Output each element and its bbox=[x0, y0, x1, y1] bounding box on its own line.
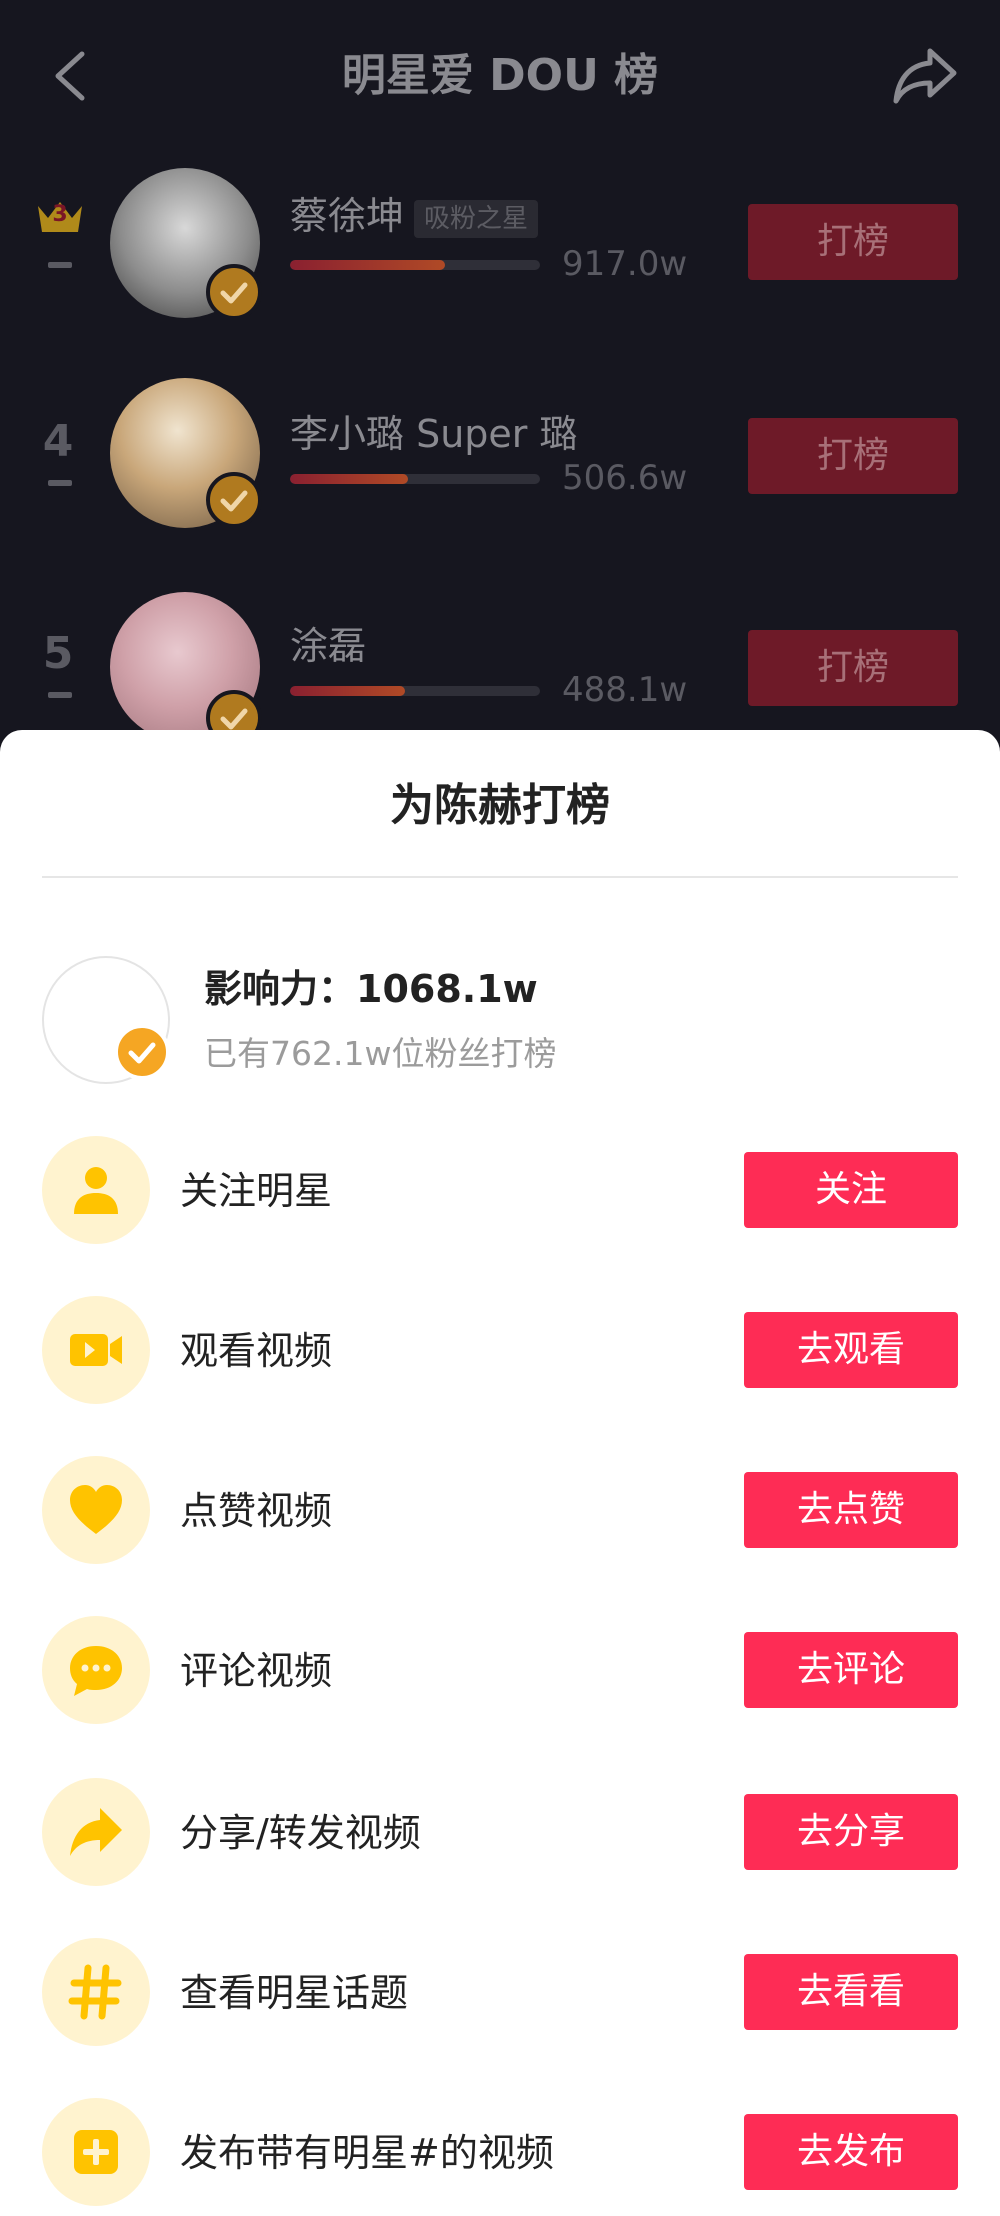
share-icon[interactable] bbox=[890, 45, 960, 105]
vote-button[interactable]: 打榜 bbox=[748, 418, 958, 494]
task-follow: 关注明星 关注 bbox=[0, 1136, 1000, 1246]
influence-value: 1068.1w bbox=[356, 967, 538, 1011]
influence-label: 影响力： bbox=[204, 967, 357, 1011]
heart-icon bbox=[42, 1456, 150, 1564]
like-button[interactable]: 去点赞 bbox=[744, 1472, 958, 1548]
progress-fill bbox=[290, 474, 408, 484]
share-button[interactable]: 去分享 bbox=[744, 1794, 958, 1870]
top-bar: 明星爱 DOU 榜 bbox=[0, 0, 1000, 150]
person-icon bbox=[42, 1136, 150, 1244]
verified-badge-icon bbox=[206, 264, 262, 320]
share-arrow-icon bbox=[42, 1778, 150, 1886]
sheet-title: 为陈赫打榜 bbox=[390, 780, 610, 831]
rank-number: 4 bbox=[42, 416, 74, 467]
task-like: 点赞视频 去点赞 bbox=[0, 1456, 1000, 1566]
score: 488.1w bbox=[562, 670, 688, 710]
star-name: 李小璐 Super 璐 bbox=[290, 412, 578, 456]
score: 506.6w bbox=[562, 458, 688, 498]
task-label: 关注明星 bbox=[180, 1169, 333, 1213]
divider bbox=[42, 876, 958, 878]
rank-change-indicator bbox=[48, 692, 72, 698]
vote-button[interactable]: 打榜 bbox=[748, 630, 958, 706]
rank-number: 3 bbox=[52, 202, 68, 227]
watch-button[interactable]: 去观看 bbox=[744, 1312, 958, 1388]
task-label: 点赞视频 bbox=[180, 1489, 333, 1533]
follow-button[interactable]: 关注 bbox=[744, 1152, 958, 1228]
task-label: 评论视频 bbox=[180, 1649, 333, 1693]
progress-fill bbox=[290, 260, 445, 270]
verified-badge-icon bbox=[206, 472, 262, 528]
task-topic: 查看明星话题 去看看 bbox=[0, 1938, 1000, 2048]
score: 917.0w bbox=[562, 244, 688, 284]
progress-bar bbox=[290, 260, 540, 270]
task-label: 查看明星话题 bbox=[180, 1971, 409, 2015]
hashtag-icon bbox=[42, 1938, 150, 2046]
verified-badge-icon bbox=[114, 1024, 170, 1080]
fans-count-text: 已有762.1w位粉丝打榜 bbox=[204, 1034, 557, 1073]
vote-sheet: 为陈赫打榜 影响力：1068.1w 已有762.1w位粉丝打榜 关注明星 关注 … bbox=[0, 730, 1000, 2216]
progress-fill bbox=[290, 686, 405, 696]
task-label: 发布带有明星#的视频 bbox=[180, 2131, 554, 2175]
page-title: 明星爱 DOU 榜 bbox=[341, 50, 659, 101]
vote-button[interactable]: 打榜 bbox=[748, 204, 958, 280]
fan-star-tag: 吸粉之星 bbox=[414, 199, 539, 238]
rank-change-indicator bbox=[48, 262, 72, 268]
task-share: 分享/转发视频 去分享 bbox=[0, 1778, 1000, 1888]
task-watch: 观看视频 去观看 bbox=[0, 1296, 1000, 1406]
star-name: 蔡徐坤 吸粉之星 bbox=[290, 192, 539, 240]
plus-box-icon bbox=[42, 2098, 150, 2206]
rank-number: 5 bbox=[42, 628, 74, 679]
influence-score: 影响力：1068.1w bbox=[204, 964, 538, 1014]
task-label: 观看视频 bbox=[180, 1329, 333, 1373]
task-label: 分享/转发视频 bbox=[180, 1811, 421, 1855]
star-name: 涂磊 bbox=[290, 624, 367, 668]
ranking-row: 3 蔡徐坤 吸粉之星 917.0w 打榜 bbox=[0, 160, 1000, 330]
task-comment: 评论视频 去评论 bbox=[0, 1616, 1000, 1726]
task-publish: 发布带有明星#的视频 去发布 bbox=[0, 2098, 1000, 2208]
ranking-row: 4 李小璐 Super 璐 506.6w 打榜 bbox=[0, 374, 1000, 544]
view-topic-button[interactable]: 去看看 bbox=[744, 1954, 958, 2030]
rank-change-indicator bbox=[48, 480, 72, 486]
progress-bar bbox=[290, 474, 540, 484]
comment-button[interactable]: 去评论 bbox=[744, 1632, 958, 1708]
star-name-text: 蔡徐坤 bbox=[290, 194, 405, 238]
video-camera-icon bbox=[42, 1296, 150, 1404]
comment-icon bbox=[42, 1616, 150, 1724]
progress-bar bbox=[290, 686, 540, 696]
publish-button[interactable]: 去发布 bbox=[744, 2114, 958, 2190]
